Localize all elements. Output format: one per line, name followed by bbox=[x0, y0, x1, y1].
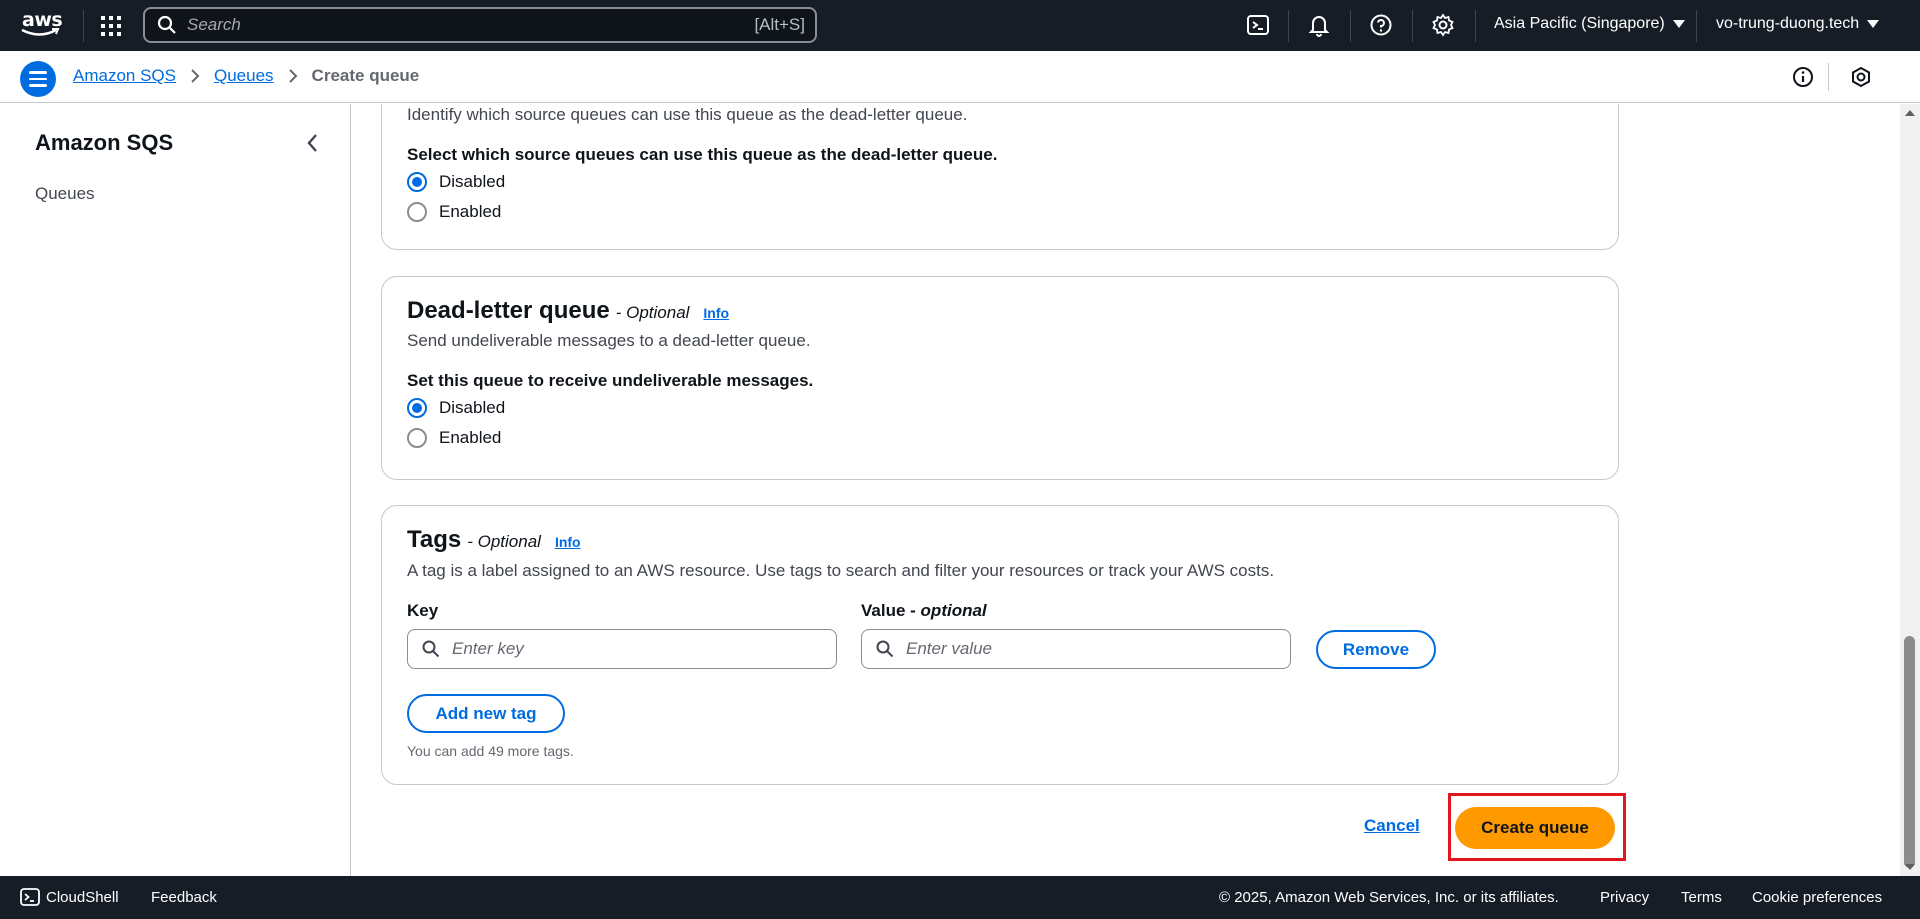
tag-key-field[interactable] bbox=[407, 629, 837, 669]
footer-privacy-link[interactable]: Privacy bbox=[1600, 889, 1649, 906]
breadcrumb-bar: Amazon SQS Queues Create queue bbox=[0, 51, 1920, 103]
chevron-left-icon[interactable] bbox=[304, 132, 322, 154]
region-label: Asia Pacific (Singapore) bbox=[1494, 15, 1665, 32]
aws-logo[interactable]: aws bbox=[20, 9, 63, 41]
caret-down-icon bbox=[1867, 20, 1880, 28]
panel-description: Identify which source queues can use thi… bbox=[407, 105, 968, 124]
add-new-tag-button[interactable]: Add new tag bbox=[407, 694, 565, 733]
panel-title: Dead-letter queue bbox=[407, 297, 610, 324]
optional-label: - Optional bbox=[615, 303, 690, 322]
account-menu[interactable]: vo-trung-duong.tech bbox=[1716, 15, 1880, 33]
optional-label: - Optional bbox=[467, 532, 541, 551]
tag-key-input[interactable] bbox=[452, 639, 812, 659]
nav-divider bbox=[1412, 10, 1413, 42]
radio-label: Disabled bbox=[439, 398, 506, 417]
panel-title: Tags bbox=[407, 526, 462, 553]
aws-smile-icon bbox=[21, 28, 60, 36]
search-icon bbox=[876, 640, 894, 658]
create-queue-button[interactable]: Create queue bbox=[1455, 807, 1615, 849]
caret-down-icon bbox=[1672, 20, 1685, 28]
nav-divider bbox=[1350, 10, 1351, 42]
footer-terms-link[interactable]: Terms bbox=[1681, 889, 1722, 906]
field-label: Select which source queues can use this … bbox=[407, 145, 998, 164]
info-link[interactable]: Info bbox=[555, 534, 581, 550]
value-label-optional: optional bbox=[920, 601, 987, 620]
search-shortcut: [Alt+S] bbox=[754, 15, 805, 34]
remove-tag-button[interactable]: Remove bbox=[1316, 630, 1436, 669]
scroll-up-icon[interactable] bbox=[1905, 110, 1915, 116]
nav-divider bbox=[1475, 10, 1476, 42]
bell-icon[interactable] bbox=[1307, 13, 1331, 37]
page-scrollbar[interactable] bbox=[1900, 104, 1920, 876]
radio-label: Disabled bbox=[439, 172, 506, 191]
footer-cloudshell-link[interactable]: CloudShell bbox=[46, 889, 119, 906]
info-link[interactable]: Info bbox=[703, 305, 729, 321]
panel-description: Send undeliverable messages to a dead-le… bbox=[407, 331, 811, 350]
help-icon[interactable] bbox=[1369, 13, 1393, 37]
scroll-down-icon[interactable] bbox=[1905, 864, 1915, 870]
radio-label: Enabled bbox=[439, 202, 502, 221]
search-icon bbox=[157, 15, 176, 34]
account-label: vo-trung-duong.tech bbox=[1716, 15, 1860, 32]
radio-button[interactable] bbox=[407, 398, 427, 418]
breadcrumb-divider bbox=[1828, 63, 1829, 91]
panel-header: Tags - Optional Info bbox=[407, 526, 581, 554]
scrollbar-thumb[interactable] bbox=[1904, 636, 1915, 868]
tag-value-field[interactable] bbox=[861, 629, 1291, 669]
search-input[interactable] bbox=[187, 15, 707, 35]
dead-letter-queue-panel: Dead-letter queue - Optional Info Send u… bbox=[381, 276, 1619, 480]
tags-panel: Tags - Optional Info A tag is a label as… bbox=[381, 505, 1619, 785]
cancel-button[interactable]: Cancel bbox=[1364, 816, 1420, 836]
radio-button[interactable] bbox=[407, 172, 427, 192]
gear-icon[interactable] bbox=[1431, 13, 1455, 37]
radio-option-disabled[interactable]: Disabled bbox=[407, 172, 505, 192]
panel-description: A tag is a label assigned to an AWS reso… bbox=[407, 561, 1275, 580]
breadcrumb-current: Create queue bbox=[311, 66, 420, 85]
key-label: Key bbox=[407, 601, 439, 620]
radio-option-enabled[interactable]: Enabled bbox=[407, 202, 501, 222]
sidebar-title: Amazon SQS bbox=[35, 130, 174, 155]
menu-toggle-button[interactable] bbox=[20, 61, 56, 97]
region-selector[interactable]: Asia Pacific (Singapore) bbox=[1494, 15, 1685, 33]
breadcrumb: Amazon SQS Queues Create queue bbox=[73, 66, 419, 86]
info-icon[interactable] bbox=[1792, 66, 1814, 88]
radio-label: Enabled bbox=[439, 428, 502, 447]
footer-feedback-link[interactable]: Feedback bbox=[151, 889, 217, 906]
footer-copyright: © 2025, Amazon Web Services, Inc. or its… bbox=[1219, 889, 1559, 906]
cloudshell-icon[interactable] bbox=[1246, 13, 1270, 37]
nav-divider bbox=[83, 10, 84, 42]
footer: CloudShell Feedback © 2025, Amazon Web S… bbox=[0, 876, 1920, 919]
hamburger-icon bbox=[29, 71, 47, 74]
notifications-panel-icon[interactable] bbox=[1850, 66, 1872, 88]
panel-header: Dead-letter queue - Optional Info bbox=[407, 297, 729, 325]
nav-divider bbox=[1288, 10, 1289, 42]
field-label: Set this queue to receive undeliverable … bbox=[407, 371, 814, 390]
top-navigation: aws [Alt+S] Asia Pacific bbox=[0, 0, 1920, 51]
chevron-right-icon bbox=[191, 69, 200, 83]
sidebar-item-queues[interactable]: Queues bbox=[35, 184, 95, 204]
radio-button[interactable] bbox=[407, 428, 427, 448]
side-navigation: Amazon SQS Queues bbox=[0, 104, 351, 876]
chevron-right-icon bbox=[288, 69, 297, 83]
radio-button[interactable] bbox=[407, 202, 427, 222]
value-label: Value - optional bbox=[861, 601, 987, 621]
grid-icon[interactable] bbox=[101, 16, 121, 36]
breadcrumb-link-queues[interactable]: Queues bbox=[214, 66, 274, 86]
radio-option-disabled[interactable]: Disabled bbox=[407, 398, 505, 418]
tags-remaining-hint: You can add 49 more tags. bbox=[407, 743, 574, 759]
radio-option-enabled[interactable]: Enabled bbox=[407, 428, 501, 448]
search-icon bbox=[422, 640, 440, 658]
search-bar[interactable]: [Alt+S] bbox=[143, 7, 817, 43]
breadcrumb-link-sqs[interactable]: Amazon SQS bbox=[73, 66, 176, 86]
tag-value-input[interactable] bbox=[906, 639, 1266, 659]
nav-divider bbox=[1696, 10, 1697, 42]
main-content: Identify which source queues can use thi… bbox=[352, 104, 1900, 876]
cloudshell-icon[interactable] bbox=[20, 887, 40, 907]
footer-cookie-preferences-link[interactable]: Cookie preferences bbox=[1752, 889, 1882, 906]
value-label-text: Value - bbox=[861, 601, 916, 620]
redrive-policy-panel: Identify which source queues can use thi… bbox=[381, 104, 1619, 250]
